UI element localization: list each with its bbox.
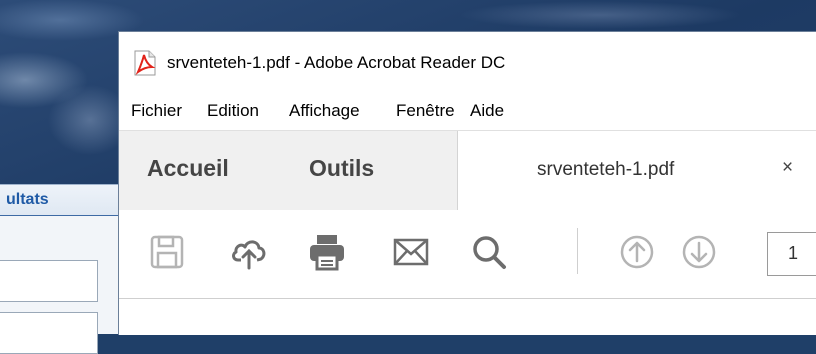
close-tab-icon[interactable]: × xyxy=(782,157,793,179)
toolbar: 1 xyxy=(119,210,816,299)
tab-accueil[interactable]: Accueil xyxy=(147,155,229,182)
page-number-field[interactable]: 1 xyxy=(767,232,816,276)
save-icon[interactable] xyxy=(145,230,189,274)
menu-bar: Fichier Edition Affichage Fenêtre Aide xyxy=(119,98,816,126)
acrobat-reader-icon xyxy=(133,50,157,76)
menu-edition[interactable]: Edition xyxy=(207,101,259,121)
arrow-down-circle-icon[interactable] xyxy=(677,230,721,274)
background-app-tab-label: ultats xyxy=(6,191,49,208)
menu-affichage[interactable]: Affichage xyxy=(289,101,360,121)
arrow-up-circle-icon[interactable] xyxy=(615,230,659,274)
tab-outils[interactable]: Outils xyxy=(309,155,374,182)
toolbar-separator xyxy=(577,228,578,274)
title-bar[interactable]: srventeteh-1.pdf - Adobe Acrobat Reader … xyxy=(119,32,816,92)
print-icon[interactable] xyxy=(305,230,349,274)
page-number: 1 xyxy=(788,243,799,263)
acrobat-window: srventeteh-1.pdf - Adobe Acrobat Reader … xyxy=(118,31,816,335)
search-icon[interactable] xyxy=(467,230,511,274)
background-input-field[interactable] xyxy=(0,260,98,302)
document-view[interactable] xyxy=(119,299,816,335)
document-tab-label: srventeteh-1.pdf xyxy=(537,159,675,180)
menu-aide[interactable]: Aide xyxy=(470,101,504,121)
menu-fenetre[interactable]: Fenêtre xyxy=(396,101,455,121)
tab-bar: Accueil Outils srventeteh-1.pdf × xyxy=(119,130,816,211)
background-app-tab[interactable]: ultats xyxy=(0,184,120,217)
background-app-panel xyxy=(0,216,120,354)
cloud-upload-icon[interactable] xyxy=(227,230,271,274)
background-input-field[interactable] xyxy=(0,312,98,354)
tab-document[interactable]: srventeteh-1.pdf × xyxy=(457,131,816,211)
window-title: srventeteh-1.pdf - Adobe Acrobat Reader … xyxy=(167,53,506,72)
menu-fichier[interactable]: Fichier xyxy=(131,101,182,121)
email-icon[interactable] xyxy=(389,230,433,274)
